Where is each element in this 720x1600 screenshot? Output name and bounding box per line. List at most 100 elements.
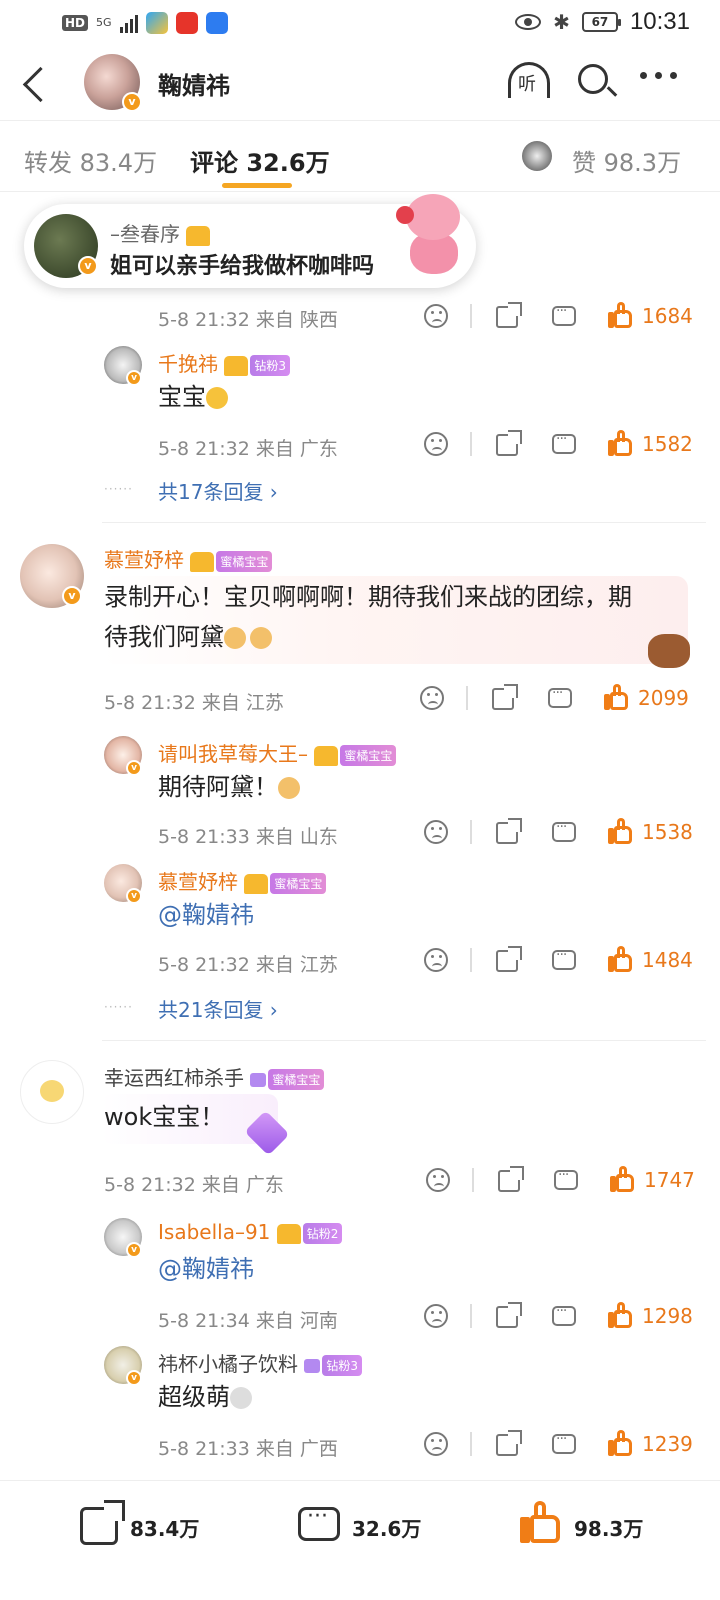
bluetooth-icon: ✱ bbox=[553, 10, 570, 34]
dislike-icon[interactable] bbox=[424, 820, 448, 844]
crown-badge-icon bbox=[186, 225, 211, 246]
share-icon[interactable] bbox=[496, 946, 522, 972]
share-icon[interactable] bbox=[496, 1430, 522, 1456]
comment-username[interactable]: 幸运西红柿杀手 蜜橘宝宝 bbox=[104, 1062, 325, 1091]
username-text[interactable]: 千挽祎 bbox=[158, 352, 218, 376]
dislike-icon[interactable] bbox=[420, 686, 444, 710]
share-icon[interactable] bbox=[496, 302, 522, 328]
username-text[interactable]: Isabella–91 bbox=[158, 1220, 270, 1244]
more-replies-link[interactable]: 共17条回复 › bbox=[158, 476, 278, 505]
like-icon[interactable] bbox=[610, 1166, 636, 1192]
listen-button[interactable]: 听 bbox=[506, 62, 552, 102]
comment-count: 32.6万 bbox=[352, 1517, 422, 1541]
fan-tag: 蜜橘宝宝 bbox=[340, 745, 397, 766]
share-icon[interactable] bbox=[496, 818, 522, 844]
clock: 10:31 bbox=[629, 8, 690, 35]
dislike-icon[interactable] bbox=[424, 1304, 448, 1328]
repost-button[interactable]: 83.4万 bbox=[76, 1481, 216, 1571]
diamond-badge-icon bbox=[250, 1072, 267, 1087]
dislike-icon[interactable] bbox=[424, 1432, 448, 1456]
reply-username[interactable]: Isabella–91 钻粉2 bbox=[158, 1220, 343, 1244]
more-button[interactable] bbox=[640, 72, 677, 79]
tab-repost[interactable]: 转发 83.4万 bbox=[24, 143, 157, 178]
comment-username[interactable]: 慕萱妤梓 蜜橘宝宝 bbox=[104, 544, 273, 573]
tab-comments[interactable]: 评论 32.6万 bbox=[190, 143, 330, 178]
tab-likes[interactable]: 赞 98.3万 bbox=[572, 143, 681, 178]
author-name[interactable]: 鞠婧祎 bbox=[158, 66, 230, 101]
share-icon[interactable] bbox=[498, 1166, 524, 1192]
dislike-icon[interactable] bbox=[424, 304, 448, 328]
like-count: 1239 bbox=[642, 1432, 693, 1456]
reply-username[interactable]: 慕萱妤梓 蜜橘宝宝 bbox=[158, 866, 327, 895]
crown-badge-icon bbox=[190, 551, 215, 572]
dislike-icon[interactable] bbox=[426, 1168, 450, 1192]
reply-icon[interactable] bbox=[548, 685, 572, 708]
like-icon bbox=[520, 1501, 562, 1543]
more-replies-label[interactable]: 共17条回复 bbox=[158, 480, 263, 504]
action-divider bbox=[470, 1432, 472, 1456]
dislike-icon[interactable] bbox=[424, 432, 448, 456]
dislike-icon[interactable] bbox=[424, 948, 448, 972]
reply-text: 宝宝 bbox=[158, 376, 228, 418]
search-button[interactable] bbox=[576, 62, 618, 102]
more-replies-link[interactable]: 共21条回复 › bbox=[158, 994, 278, 1023]
reply-text-content: 期待阿黛！ bbox=[158, 773, 278, 801]
share-icon[interactable] bbox=[496, 1302, 522, 1328]
reply-username[interactable]: 千挽祎 钻粉3 bbox=[158, 348, 290, 377]
like-icon[interactable] bbox=[604, 684, 630, 710]
reply-icon[interactable] bbox=[552, 431, 576, 454]
like-icon[interactable] bbox=[608, 1302, 634, 1328]
like-count: 1484 bbox=[642, 948, 693, 972]
reply-icon[interactable] bbox=[552, 819, 576, 842]
bottom-action-bar: 83.4万 32.6万 98.3万 bbox=[0, 1480, 720, 1600]
reply-meta: 5-8 21:33 来自 山东 bbox=[158, 826, 338, 848]
mention-link[interactable]: @鞠婧祎 bbox=[158, 894, 254, 936]
username-text[interactable]: 请叫我草莓大王– bbox=[158, 742, 308, 766]
username-text[interactable]: 慕萱妤梓 bbox=[158, 870, 238, 894]
like-icon[interactable] bbox=[608, 430, 634, 456]
more-replies-label[interactable]: 共21条回复 bbox=[158, 998, 263, 1022]
action-divider bbox=[470, 820, 472, 844]
comment-button[interactable]: 32.6万 bbox=[298, 1481, 438, 1571]
like-icon[interactable] bbox=[608, 946, 634, 972]
like-icon[interactable] bbox=[608, 818, 634, 844]
emoji-icon bbox=[278, 777, 300, 799]
reply-username[interactable]: 请叫我草莓大王– 蜜橘宝宝 bbox=[158, 738, 397, 767]
reply-icon[interactable] bbox=[554, 1167, 578, 1190]
verified-icon: v bbox=[126, 760, 142, 776]
network-type: 5G bbox=[96, 16, 112, 29]
bear-sticker-icon bbox=[648, 634, 690, 668]
verified-icon: v bbox=[126, 1370, 142, 1386]
reply-icon[interactable] bbox=[552, 1431, 576, 1454]
action-divider bbox=[470, 304, 472, 328]
share-icon[interactable] bbox=[492, 684, 518, 710]
username-text[interactable]: 祎杯小橘子饮料 bbox=[158, 1352, 298, 1376]
like-icon[interactable] bbox=[608, 302, 634, 328]
share-icon[interactable] bbox=[496, 430, 522, 456]
post-header: v 鞠婧祎 听 bbox=[0, 48, 720, 120]
reply-meta: 5-8 21:34 来自 河南 bbox=[158, 1310, 338, 1332]
action-divider bbox=[470, 948, 472, 972]
like-button[interactable]: 98.3万 bbox=[520, 1481, 660, 1571]
fan-tag: 蜜橘宝宝 bbox=[270, 873, 327, 894]
like-icon[interactable] bbox=[608, 1430, 634, 1456]
reply-meta: 5-8 21:33 来自 广西 bbox=[158, 1438, 338, 1460]
username-text[interactable]: 慕萱妤梓 bbox=[104, 548, 184, 572]
reply-icon[interactable] bbox=[552, 1303, 576, 1326]
reply-username[interactable]: 祎杯小橘子饮料 钻粉3 bbox=[158, 1348, 362, 1377]
username-text[interactable]: 幸运西红柿杀手 bbox=[104, 1066, 244, 1090]
verified-icon: v bbox=[126, 370, 142, 386]
back-button[interactable] bbox=[18, 62, 58, 102]
fan-tag: 蜜橘宝宝 bbox=[216, 551, 273, 572]
comment-text-line2-content: 待我们阿黛 bbox=[104, 623, 224, 651]
reply-text-content: 宝宝 bbox=[158, 383, 206, 411]
app-notification-icon-2 bbox=[205, 12, 228, 34]
status-bar: HD 5G ✱ 67 10:31 bbox=[0, 0, 720, 48]
reply-icon[interactable] bbox=[552, 947, 576, 970]
comment-meta: 5-8 21:32 来自 陕西 bbox=[158, 309, 338, 331]
comment-separator bbox=[102, 1040, 706, 1041]
pinned-username: –叁春序 bbox=[110, 218, 211, 247]
reply-icon[interactable] bbox=[552, 303, 576, 326]
crown-badge-icon bbox=[244, 873, 269, 894]
mention-link[interactable]: @鞠婧祎 bbox=[158, 1248, 254, 1290]
